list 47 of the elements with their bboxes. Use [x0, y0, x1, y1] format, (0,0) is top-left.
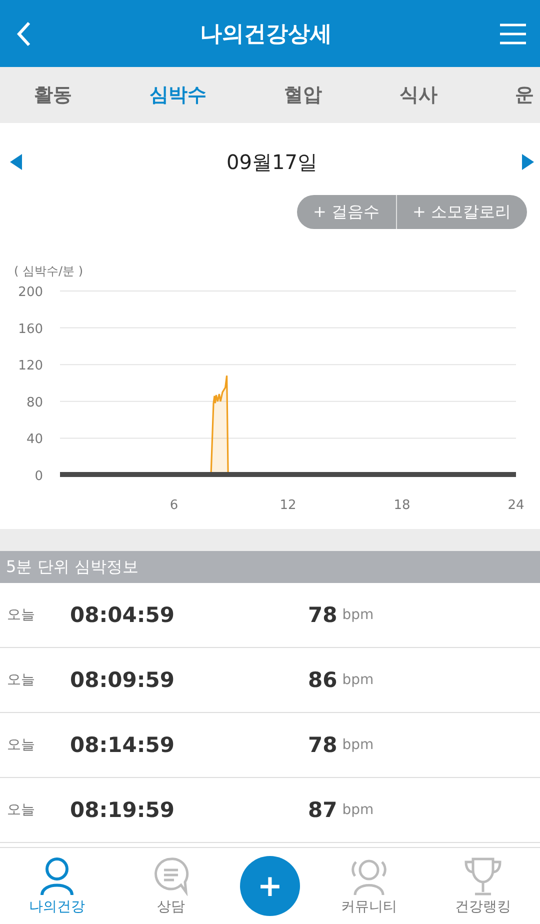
- x-tick-label: 6: [170, 498, 178, 513]
- time-value: 08:19:59: [70, 798, 176, 822]
- bpm-value: 78: [308, 733, 338, 757]
- bpm-unit: bpm: [342, 737, 374, 753]
- y-axis-label: ( 심박수/분 ): [14, 264, 84, 278]
- day-label: 오늘: [6, 736, 36, 754]
- tab[interactable]: 식사: [400, 82, 438, 108]
- bpm-value: 86: [308, 668, 338, 692]
- x-tick-label: 24: [508, 498, 524, 513]
- x-tick-label: 18: [394, 498, 410, 513]
- y-tick-label: 120: [18, 358, 43, 374]
- toggle-button[interactable]: + 소모칼로리: [396, 195, 527, 229]
- add-button[interactable]: +: [240, 856, 300, 916]
- next-icon[interactable]: [522, 154, 534, 170]
- date-label: 09월17일: [226, 148, 318, 176]
- bpm-unit: bpm: [342, 672, 374, 688]
- toggle-button[interactable]: + 걸음수: [297, 195, 396, 229]
- time-value: 08:14:59: [70, 733, 176, 757]
- tab[interactable]: 혈압: [284, 82, 322, 108]
- x-tick-label: 12: [280, 498, 296, 513]
- nav-label[interactable]: 커뮤니티: [341, 898, 397, 916]
- bpm-value: 78: [308, 603, 338, 627]
- tab[interactable]: 운: [515, 82, 534, 108]
- day-label: 오늘: [6, 671, 36, 689]
- bpm-unit: bpm: [342, 607, 374, 623]
- nav-label[interactable]: 건강랭킹: [455, 898, 511, 916]
- y-tick-label: 0: [34, 469, 43, 484]
- bpm-value: 87: [308, 798, 338, 822]
- tab[interactable]: 심박수: [150, 82, 206, 108]
- menu-icon[interactable]: [500, 22, 526, 44]
- bpm-unit: bpm: [342, 802, 374, 818]
- time-value: 08:09:59: [70, 668, 176, 692]
- y-tick-label: 200: [18, 285, 43, 300]
- nav-label[interactable]: 나의건강: [29, 898, 85, 916]
- previous-icon[interactable]: [10, 154, 22, 170]
- nav-label[interactable]: 상담: [157, 898, 185, 916]
- section-title: 5분 단위 심박정보: [6, 556, 138, 578]
- y-tick-label: 160: [18, 322, 43, 337]
- time-value: 08:04:59: [70, 603, 176, 627]
- y-tick-label: 40: [26, 432, 43, 448]
- page-title: 나의건강상세: [200, 20, 332, 48]
- tab[interactable]: 활동: [34, 82, 72, 108]
- y-tick-label: 80: [26, 395, 43, 410]
- day-label: 오늘: [6, 801, 36, 819]
- day-label: 오늘: [6, 606, 36, 624]
- person-icon[interactable]: [39, 856, 75, 896]
- back-icon[interactable]: [16, 20, 32, 46]
